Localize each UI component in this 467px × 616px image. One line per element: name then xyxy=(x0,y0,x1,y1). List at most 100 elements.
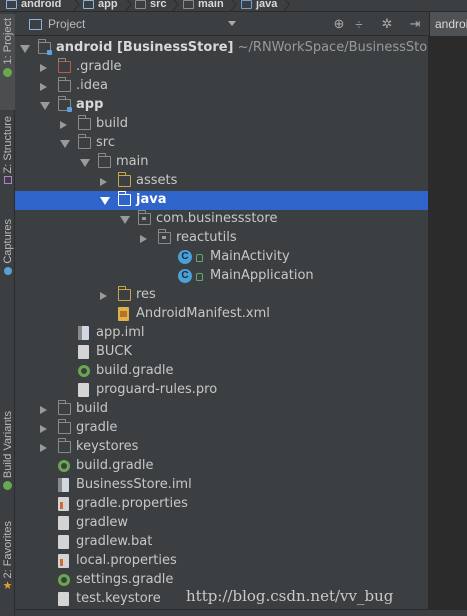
tree-row-label: settings.gradle xyxy=(76,572,174,587)
gear-icon[interactable]: ✲ xyxy=(379,16,395,32)
tree-row-label: MainActivity xyxy=(210,249,290,264)
expand-right-arrow-icon[interactable] xyxy=(140,235,147,243)
tree-row[interactable]: app.iml xyxy=(15,324,428,343)
view-selector[interactable]: Project xyxy=(19,14,243,34)
tree-row[interactable]: src xyxy=(15,134,428,153)
excluded-folder-icon xyxy=(57,58,71,73)
gradle-icon xyxy=(58,460,70,472)
expand-down-arrow-icon[interactable] xyxy=(120,216,130,224)
chevron-right-icon xyxy=(73,0,80,11)
expand-right-arrow-icon[interactable] xyxy=(60,121,67,129)
expand-down-arrow-icon[interactable] xyxy=(80,159,90,167)
editor-area[interactable] xyxy=(429,36,467,616)
tab-captures-label: Captures xyxy=(1,219,14,264)
module-folder-icon xyxy=(6,0,17,9)
tab-captures[interactable]: Captures xyxy=(0,215,15,290)
tree-row[interactable]: gradle xyxy=(15,419,428,438)
tree-row-label: .idea xyxy=(76,78,108,93)
folder-icon xyxy=(57,77,71,92)
file-icon xyxy=(58,535,69,549)
tree-row[interactable]: proguard-rules.pro xyxy=(15,381,428,400)
tree-row[interactable]: gradle.properties xyxy=(15,495,428,514)
expand-right-arrow-icon[interactable] xyxy=(40,64,47,72)
expand-right-arrow-icon[interactable] xyxy=(40,406,47,414)
tree-row-label: keystores xyxy=(76,439,139,454)
expand-down-arrow-icon[interactable] xyxy=(100,197,110,205)
folder-icon xyxy=(57,419,71,434)
tree-row[interactable]: gradlew xyxy=(15,514,428,533)
tree-row-path: ~/RNWorkSpace/BusinessStore/android xyxy=(237,40,428,55)
tree-row[interactable]: java xyxy=(15,191,428,210)
tree-row[interactable]: local.properties xyxy=(15,552,428,571)
tree-row[interactable]: keystores xyxy=(15,438,428,457)
tree-row[interactable]: build xyxy=(15,400,428,419)
breadcrumb-label: app xyxy=(98,0,118,10)
tree-row[interactable]: com.businessstore xyxy=(15,210,428,229)
expand-down-arrow-icon[interactable] xyxy=(20,45,30,53)
folder-icon xyxy=(57,438,71,453)
tab-favorites-label: 2: Favorites xyxy=(1,521,14,579)
expand-right-arrow-icon[interactable] xyxy=(40,83,47,91)
tree-row[interactable]: build.gradle xyxy=(15,457,428,476)
tree-row[interactable]: C MainApplication xyxy=(15,267,428,286)
tab-build-variants-label: Build Variants xyxy=(1,411,14,479)
tree-row-label: gradle xyxy=(76,420,118,435)
tree-row[interactable]: app xyxy=(15,96,428,115)
hide-icon[interactable]: ⇥ xyxy=(407,16,423,32)
expand-right-arrow-icon[interactable] xyxy=(100,292,107,300)
project-tree[interactable]: android [BusinessStore] ~/RNWorkSpace/Bu… xyxy=(15,36,428,616)
tree-row[interactable]: res xyxy=(15,286,428,305)
breadcrumb-item-android[interactable]: android xyxy=(6,0,61,11)
expand-right-arrow-icon[interactable] xyxy=(40,425,47,433)
tree-row-label: assets xyxy=(136,173,178,188)
breadcrumb-item-app[interactable]: app xyxy=(83,0,118,11)
watermark: http://blog.csdn.net/vv_bug xyxy=(186,587,394,605)
tree-row-label: proguard-rules.pro xyxy=(96,382,218,397)
chevron-down-icon[interactable] xyxy=(228,21,236,26)
breadcrumb-item-java[interactable]: java xyxy=(241,0,277,11)
tree-row[interactable]: gradlew.bat xyxy=(15,533,428,552)
tree-row-label: main xyxy=(116,154,149,169)
folder-icon xyxy=(135,0,146,9)
tree-row-label: AndroidManifest.xml xyxy=(136,306,270,321)
tree-row[interactable]: AndroidManifest.xml xyxy=(15,305,428,324)
expand-right-arrow-icon[interactable] xyxy=(40,444,47,452)
tree-row[interactable]: reactutils xyxy=(15,229,428,248)
breadcrumb-item-main[interactable]: main xyxy=(183,0,224,11)
tree-row[interactable]: BUCK xyxy=(15,343,428,362)
tree-row[interactable]: .gradle xyxy=(15,58,428,77)
editor-tab[interactable]: androidP xyxy=(429,12,467,36)
tree-row[interactable]: android [BusinessStore] ~/RNWorkSpace/Bu… xyxy=(15,39,428,58)
tree-row[interactable]: main xyxy=(15,153,428,172)
sort-icon[interactable]: ÷ xyxy=(351,16,367,32)
tree-row[interactable]: .idea xyxy=(15,77,428,96)
target-icon[interactable]: ⊕ xyxy=(331,16,347,32)
breadcrumb-label: android xyxy=(21,0,62,10)
tab-build-variants[interactable]: Build Variants xyxy=(0,407,15,509)
file-icon xyxy=(58,592,69,606)
file-icon xyxy=(58,516,69,530)
tree-row[interactable]: BusinessStore.iml xyxy=(15,476,428,495)
tree-row[interactable]: C MainActivity xyxy=(15,248,428,267)
expand-down-arrow-icon[interactable] xyxy=(60,140,70,148)
tree-row[interactable]: build.gradle xyxy=(15,362,428,381)
tab-project[interactable]: 1: Project xyxy=(0,14,15,110)
expand-down-arrow-icon[interactable] xyxy=(40,102,50,110)
tree-row-label: app xyxy=(76,97,104,112)
tree-row[interactable]: build xyxy=(15,115,428,134)
expand-right-arrow-icon[interactable] xyxy=(100,178,107,186)
tab-project-label: 1: Project xyxy=(1,18,14,65)
access-lock-icon xyxy=(196,273,203,281)
tree-row-label: build xyxy=(76,401,108,416)
tree-row-label: MainApplication xyxy=(210,268,314,283)
iml-file-icon xyxy=(78,326,89,340)
tab-favorites[interactable]: 2: Favorites ★ xyxy=(0,517,15,602)
breadcrumb-item-src[interactable]: src xyxy=(135,0,167,11)
module-folder-icon xyxy=(37,39,52,55)
folder-icon xyxy=(77,115,91,130)
module-folder-icon xyxy=(57,96,72,112)
tab-structure[interactable]: Z: Structure xyxy=(0,112,15,207)
tree-row-label: test.keystore xyxy=(76,591,161,606)
tree-row[interactable]: assets xyxy=(15,172,428,191)
tab-structure-label: Z: Structure xyxy=(1,116,14,174)
